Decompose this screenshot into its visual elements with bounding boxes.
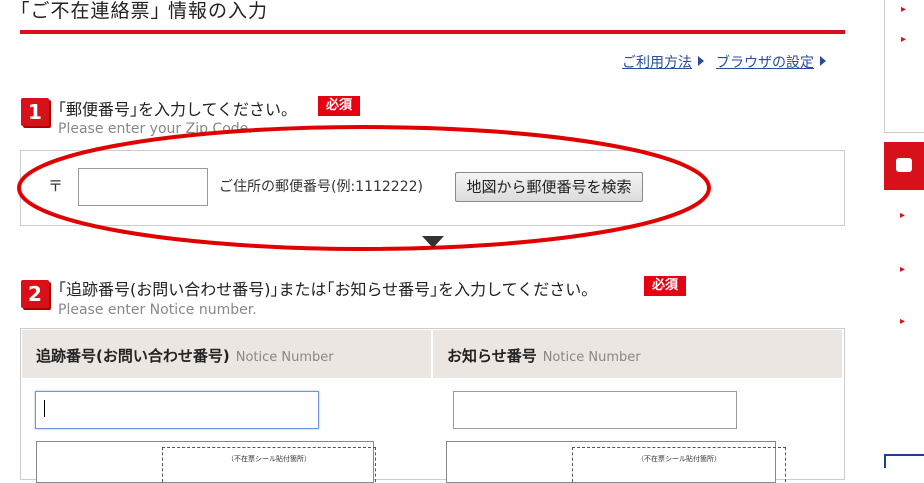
tracking-number-en: Notice Number [235, 350, 334, 365]
bullet-icon: ▸ [900, 264, 906, 275]
required-badge: 必須 [644, 276, 687, 296]
notice-number-header: お知らせ番号 Notice Number [433, 330, 842, 378]
notice-number-input[interactable] [453, 391, 737, 429]
bullet-icon: ▸ [900, 210, 906, 221]
bullet-icon: ▸ [901, 4, 907, 15]
right-sidebar-panel: ▸ ▸ [884, 0, 924, 133]
bullet-icon: ▸ [900, 316, 906, 327]
sticker-caption: （不在票シール貼付箇所） [637, 455, 721, 463]
right-sidebar-header [884, 142, 924, 190]
text-cursor [44, 400, 45, 417]
bullet-icon: ▸ [901, 34, 907, 45]
notice-number-label: お知らせ番号 [447, 347, 537, 365]
sticker-diagram: （不在票シール貼付箇所） [446, 441, 786, 483]
sticker-caption: （不在票シール貼付箇所） [227, 455, 311, 463]
tracking-number-label: 追跡番号(お問い合わせ番号) [36, 347, 230, 365]
step-2-badge: 2 [21, 280, 49, 308]
chat-icon [896, 158, 912, 172]
notice-number-en: Notice Number [542, 350, 641, 365]
tracking-number-input[interactable] [35, 391, 319, 429]
down-arrow-icon [422, 236, 444, 248]
step-2-sublabel: Please enter Notice number. [58, 302, 257, 318]
sticker-diagram: （不在票シール貼付箇所） [36, 441, 376, 483]
step-2-label: ｢追跡番号(お問い合わせ番号)｣または｢お知らせ番号｣を入力してください。 [58, 280, 598, 299]
tracking-number-header: 追跡番号(お問い合わせ番号) Notice Number [22, 330, 431, 378]
